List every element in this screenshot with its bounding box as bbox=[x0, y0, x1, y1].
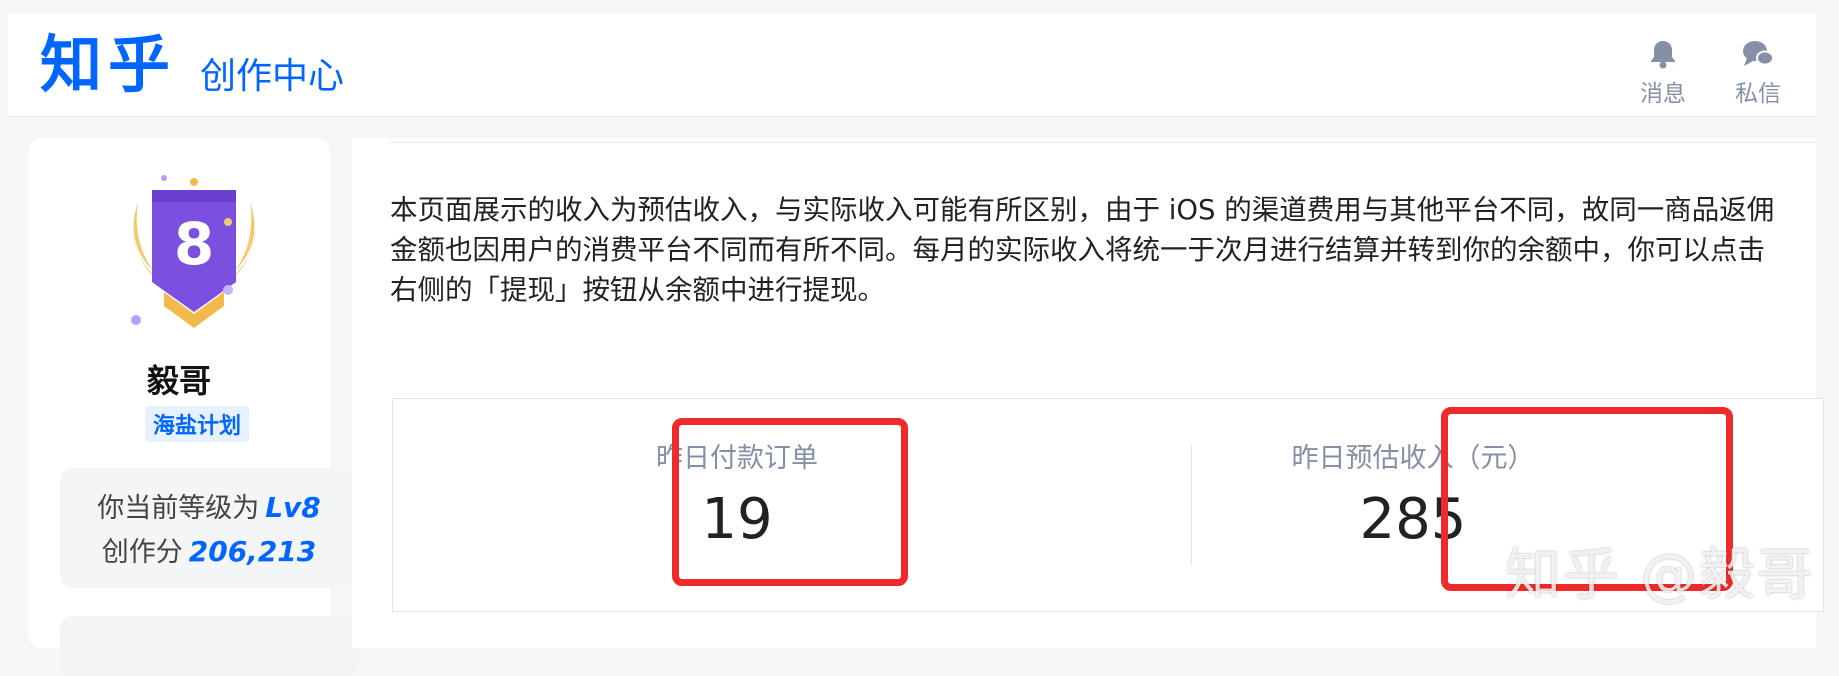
svg-text:8: 8 bbox=[174, 210, 214, 278]
watermark: 知乎 @毅哥 bbox=[1505, 543, 1815, 608]
level-info-card: 你当前等级为 Lv8 创作分 206,213 bbox=[60, 468, 358, 588]
plan-badge[interactable]: 海盐计划 bbox=[145, 406, 250, 442]
score-value: 206,213 bbox=[188, 535, 317, 568]
messages-label: 消息 bbox=[1640, 81, 1686, 107]
stat-divider bbox=[1191, 445, 1192, 565]
private-message-button[interactable]: 私信 bbox=[1718, 38, 1798, 108]
score-prefix: 创作分 bbox=[101, 537, 183, 568]
level-badge-icon: 8 bbox=[131, 175, 256, 328]
next-card bbox=[60, 616, 358, 676]
top-header: 知乎 创作中心 消息 私信 bbox=[8, 14, 1816, 117]
divider-line bbox=[390, 142, 1816, 143]
page-title[interactable]: 创作中心 bbox=[200, 56, 344, 98]
income-notice: 本页面展示的收入为预估收入，与实际收入可能有所区别，由于 iOS 的渠道费用与其… bbox=[390, 194, 1775, 306]
username[interactable]: 毅哥 bbox=[28, 356, 330, 402]
level-prefix: 你当前等级为 bbox=[97, 493, 260, 524]
chat-bubble-icon bbox=[1743, 41, 1774, 66]
private-message-label: 私信 bbox=[1735, 81, 1781, 107]
zhihu-logo[interactable]: 知乎 bbox=[40, 30, 176, 100]
level-value: Lv8 bbox=[265, 491, 321, 524]
messages-button[interactable]: 消息 bbox=[1623, 38, 1703, 108]
profile-sidebar: 8 毅哥 海盐计划 你当前等级为 Lv8 创作分 206,213 bbox=[28, 138, 358, 676]
highlight-box-orders bbox=[672, 418, 908, 586]
bell-icon bbox=[1651, 41, 1675, 69]
